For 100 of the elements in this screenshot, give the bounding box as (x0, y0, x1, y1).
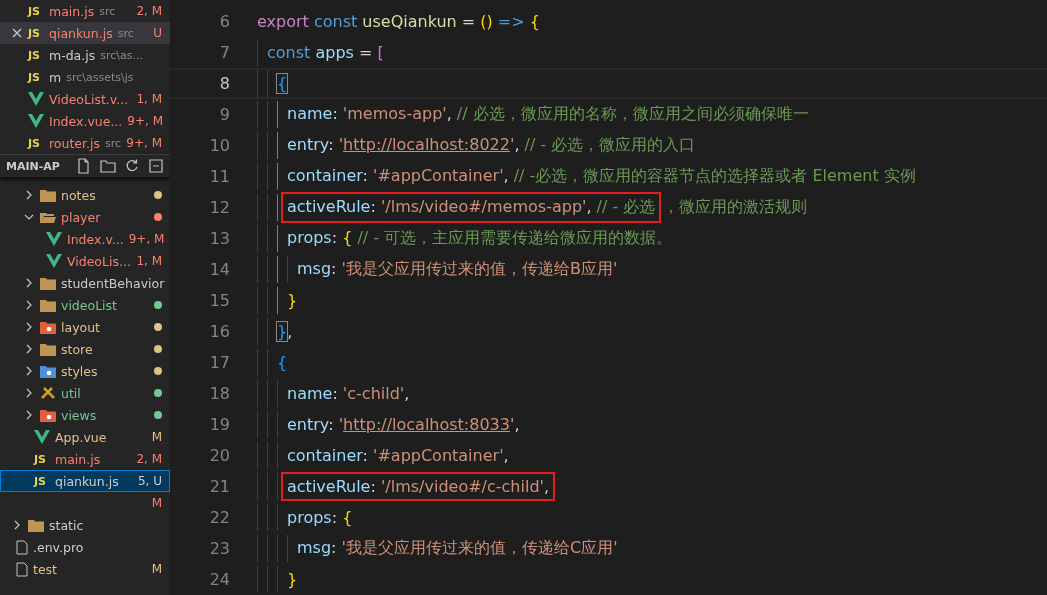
status-label: 2, M (136, 452, 162, 466)
code-line: props: { (287, 508, 353, 527)
code-line: msg: '我是父应用传过来的值，传递给B应用' (297, 259, 618, 280)
js-file-icon: JS (28, 48, 44, 62)
file-icon (16, 561, 28, 577)
line-number: 8 (218, 74, 230, 93)
js-file-icon: JS (34, 474, 50, 488)
status-label: 1, M (136, 92, 162, 106)
js-file-icon: JS (34, 452, 50, 466)
tree-item[interactable]: JS main.js 2, M (0, 448, 170, 470)
line-number: 12 (208, 198, 230, 217)
code-line: props: { // - 可选，主应用需要传递给微应用的数据。 (287, 228, 673, 249)
file-name: static (49, 517, 84, 533)
close-icon[interactable] (11, 27, 23, 39)
tree-item[interactable]: util (0, 382, 170, 404)
code-line: }, (277, 322, 293, 341)
status-label: 9+, M (127, 114, 163, 128)
file-name: m (49, 69, 62, 85)
folder-icon (40, 408, 56, 422)
file-name: main.js (55, 451, 101, 467)
file-path: src (117, 26, 134, 40)
code-line: name: 'memos-app', // 必选，微应用的名称，微应用之间必须确保唯一 (287, 104, 809, 125)
new-folder-icon[interactable] (100, 158, 116, 174)
file-name: layout (61, 319, 100, 335)
line-number: 20 (208, 446, 230, 465)
file-path: src\as... (100, 48, 143, 62)
vue-file-icon (28, 92, 44, 106)
file-name: qiankun.js (49, 25, 113, 41)
status-label: 2, M (136, 4, 162, 18)
file-path: src (105, 136, 122, 150)
tree-item[interactable]: videoList (0, 294, 170, 316)
line-number: 6 (218, 12, 230, 31)
code-line: { (277, 353, 288, 372)
code-line: name: 'c-child', (287, 384, 410, 403)
file-name: test (33, 561, 57, 577)
tree-item[interactable]: notes (0, 184, 170, 206)
refresh-icon[interactable] (124, 158, 140, 174)
line-number: 10 (208, 136, 230, 155)
tree-item[interactable]: static (0, 514, 170, 536)
status-label: 9+, M (126, 136, 162, 150)
open-editor-item[interactable]: JS m src\assets\js (0, 66, 170, 88)
tree-item[interactable]: App.vue M (0, 426, 170, 448)
highlighted-code: activeRule: '/lms/video#/c-child', (281, 472, 556, 501)
file-name: notes (61, 187, 96, 203)
line-number: 21 (208, 477, 230, 496)
open-editor-item[interactable]: JS main.js src 2, M (0, 0, 170, 22)
file-name: store (61, 341, 93, 357)
tree-item[interactable]: store (0, 338, 170, 360)
status-label: U (153, 26, 162, 40)
folder-icon (28, 518, 44, 532)
folder-icon (40, 276, 56, 290)
tree-item[interactable]: .env.pro (0, 536, 170, 558)
code-line: entry: 'http://localhost:8033', (287, 415, 520, 434)
js-file-icon: JS (28, 4, 44, 18)
file-name: VideoList.v... (49, 91, 129, 107)
code-line: container: '#appContainer', (287, 446, 509, 465)
js-file-icon: JS (28, 26, 44, 40)
code-line: ，微应用的激活规则 (663, 197, 808, 218)
explorer-title: MAIN-AP (6, 159, 60, 173)
tree-item[interactable]: views (0, 404, 170, 426)
tree-item[interactable]: studentBehavior (0, 272, 170, 294)
collapse-icon[interactable] (148, 158, 164, 174)
folder-icon (40, 188, 56, 202)
line-number: 13 (208, 229, 230, 248)
code-line: const apps = [ (267, 43, 384, 62)
code-line: entry: 'http://localhost:8022', // - 必选，微应用的入口 (287, 135, 696, 156)
open-editor-item[interactable]: JS router.js src 9+, M (0, 132, 170, 154)
folder-icon (40, 298, 56, 312)
tree-item[interactable]: M (0, 492, 170, 514)
status-label: 1, M (136, 254, 162, 268)
file-name: .env.pro (33, 539, 84, 555)
open-editor-item[interactable]: JS m-da.js src\as... (0, 44, 170, 66)
status-label: 5, U (137, 474, 162, 488)
highlighted-code: activeRule: '/lms/video#/memos-app', // - 必选 (281, 192, 662, 223)
code-line: } (287, 570, 298, 589)
tree-item[interactable]: test M (0, 558, 170, 580)
code-line: msg: '我是父应用传过来的值，传递给C应用' (297, 538, 618, 559)
folder-icon (40, 320, 56, 334)
tree-item[interactable]: JS qiankun.js 5, U (0, 470, 170, 492)
file-path: src (99, 4, 116, 18)
tree-item[interactable]: player (0, 206, 170, 228)
tree-item[interactable]: Index.v... 9+, M (0, 228, 170, 250)
line-number: 19 (208, 415, 230, 434)
new-file-icon[interactable] (76, 158, 92, 174)
folder-icon (40, 364, 56, 378)
file-name: videoList (61, 297, 117, 313)
line-number: 7 (218, 43, 230, 62)
line-number: 15 (208, 291, 230, 310)
file-name: router.js (49, 135, 100, 151)
line-number: 17 (208, 353, 230, 372)
open-editor-item[interactable]: JS qiankun.js src U (0, 22, 170, 44)
open-editor-item[interactable]: VideoList.v... 1, M (0, 88, 170, 110)
tree-item[interactable]: layout (0, 316, 170, 338)
tree-item[interactable]: VideoLis... 1, M (0, 250, 170, 272)
tree-item[interactable]: styles (0, 360, 170, 382)
open-editor-item[interactable]: Index.vue... 9+, M (0, 110, 170, 132)
file-icon (16, 539, 28, 555)
file-name: VideoLis... (67, 253, 131, 269)
file-name: main.js (49, 3, 95, 19)
file-name: views (61, 407, 97, 423)
